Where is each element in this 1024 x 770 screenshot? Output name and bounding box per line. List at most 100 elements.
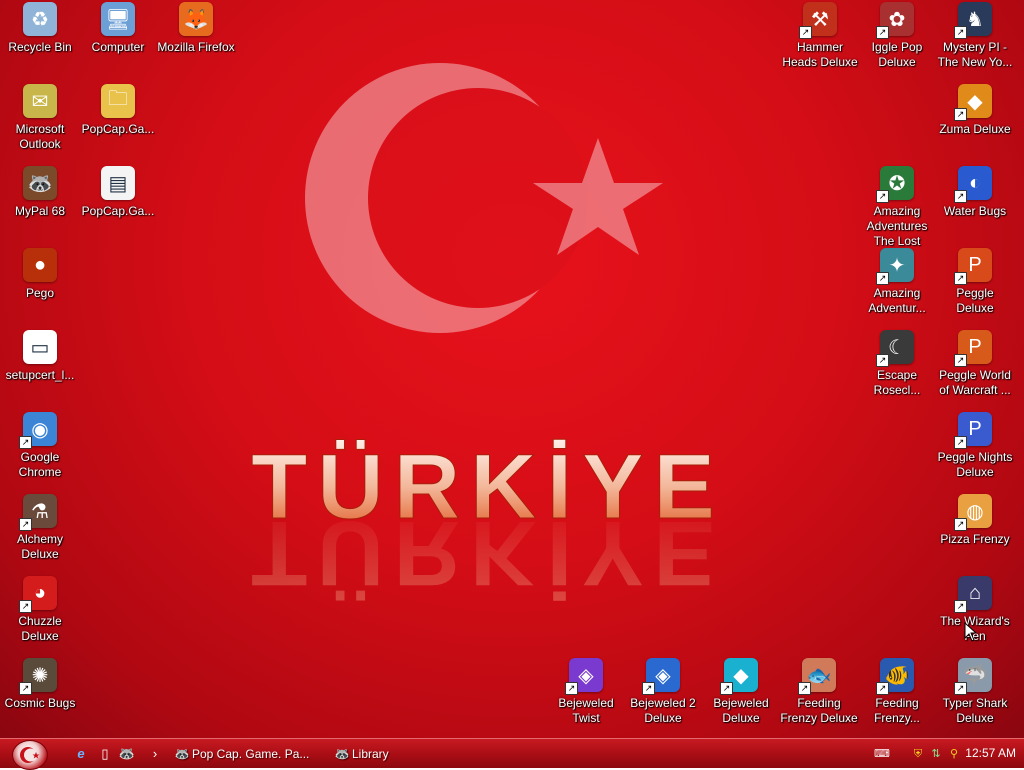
- desktop-icon-label: Alchemy Deluxe: [16, 532, 63, 561]
- popcap-task-icon: 🦝: [174, 747, 190, 761]
- desktop-icon-bejeweled-2[interactable]: ◈ ↗ Bejeweled 2 Deluxe: [624, 658, 702, 726]
- desktop-icon-popcap-folder[interactable]: 🗀 PopCap.Ga...: [79, 84, 157, 137]
- desktop-icon-feeding-frenzy[interactable]: 🐟 ↗ Feeding Frenzy Deluxe: [780, 658, 858, 726]
- desktop-icon-bejeweled-twist[interactable]: ◈ ↗ Bejeweled Twist: [547, 658, 625, 726]
- mystery-pi-icon: ♞ ↗: [954, 2, 992, 39]
- desktop-icon-typer-shark[interactable]: 🦈 ↗ Typer Shark Deluxe: [936, 658, 1014, 726]
- desktop-icon-zuma[interactable]: ◆ ↗ Zuma Deluxe: [936, 84, 1014, 137]
- shortcut-arrow-icon: ↗: [876, 682, 889, 695]
- shortcut-arrow-icon: ↗: [876, 272, 889, 285]
- taskbar-button-popcap-task[interactable]: 🦝 Pop Cap. Game. Pa...: [172, 743, 310, 765]
- desktop-icon-label: Microsoft Outlook: [15, 122, 65, 151]
- crescent-star-icon: [20, 747, 40, 763]
- desktop-icon-alchemy[interactable]: ⚗ ↗ Alchemy Deluxe: [1, 494, 79, 562]
- peggle-icon: P ↗: [954, 248, 992, 285]
- desktop-icon-label: Pego: [25, 286, 55, 300]
- desktop[interactable]: TÜRKİYE TÜRKİYE ♻ Recycle Bin 🖥 Computer 🦊 Mo…: [0, 0, 1024, 738]
- shortcut-arrow-icon: ↗: [954, 682, 967, 695]
- document-icon: ▤: [101, 166, 135, 200]
- desktop-icon-microsoft-outlook[interactable]: ✉ Microsoft Outlook: [1, 84, 79, 152]
- desktop-icon-amazing-adventures-2[interactable]: ✦ ↗ Amazing Adventur...: [858, 248, 936, 316]
- library-task-icon: 🦝: [334, 747, 350, 761]
- desktop-icon-label: Bejeweled Twist: [558, 696, 614, 725]
- desktop-icon-feeding-frenzy-2[interactable]: 🐠 ↗ Feeding Frenzy...: [858, 658, 936, 726]
- shortcut-arrow-icon: ↗: [954, 436, 967, 449]
- desktop-icon-label: setupcert_l...: [5, 368, 75, 382]
- taskbar-button-library-task[interactable]: 🦝 Library: [332, 743, 389, 765]
- iggle-pop-icon: ✿ ↗: [876, 2, 914, 39]
- taskbar-button-label: Pop Cap. Game. Pa...: [192, 747, 310, 761]
- desktop-icon-label: Bejeweled 2 Deluxe: [630, 696, 696, 725]
- desktop-icon-hammer-heads[interactable]: ⚒ ↗ Hammer Heads Deluxe: [781, 2, 859, 70]
- desktop-icon-mypal[interactable]: 🦝 MyPal 68: [1, 166, 79, 219]
- desktop-icon-iggle-pop[interactable]: ✿ ↗ Iggle Pop Deluxe: [858, 2, 936, 70]
- desktop-icon-label: Feeding Frenzy...: [874, 696, 920, 725]
- desktop-icon-chuzzle[interactable]: ◕ ↗ Chuzzle Deluxe: [1, 576, 79, 644]
- desktop-icon-peggle-nights[interactable]: P ↗ Peggle Nights Deluxe: [936, 412, 1014, 480]
- show-desktop-icon[interactable]: ▯: [96, 745, 114, 763]
- desktop-icon-peggle[interactable]: P ↗ Peggle Deluxe: [936, 248, 1014, 316]
- bejeweled-icon: ◆ ↗: [720, 658, 758, 695]
- desktop-icon-label: Typer Shark Deluxe: [942, 696, 1008, 725]
- keyboard-icon[interactable]: ⌨: [874, 746, 890, 762]
- shield-icon[interactable]: ⛨: [910, 746, 926, 762]
- start-button[interactable]: [12, 740, 48, 770]
- wizards-pen-icon: ⌂ ↗: [954, 576, 992, 613]
- desktop-icon-label: Bejeweled Deluxe: [713, 696, 769, 725]
- chuzzle-icon: ◕ ↗: [19, 576, 57, 613]
- desktop-icon-google-chrome[interactable]: ◉ ↗ Google Chrome: [1, 412, 79, 480]
- desktop-icon-label: Mystery PI - The New Yo...: [937, 40, 1013, 69]
- mypal-quicklaunch-icon[interactable]: 🦝: [118, 745, 136, 763]
- folder-zip-icon: 🗀: [101, 84, 135, 118]
- desktop-icon-cosmic-bugs[interactable]: ✺ ↗ Cosmic Bugs: [1, 658, 79, 711]
- desktop-icon-label: Iggle Pop Deluxe: [871, 40, 923, 69]
- desktop-icon-popcap-file[interactable]: ▤ PopCap.Ga...: [79, 166, 157, 219]
- internet-explorer-icon[interactable]: e: [72, 745, 90, 763]
- shortcut-arrow-icon: ↗: [876, 26, 889, 39]
- window-app-icon: ▭: [23, 330, 57, 364]
- taskbar-button-label: Library: [352, 747, 389, 761]
- desktop-icon-label: Escape Rosecl...: [873, 368, 921, 397]
- shortcut-arrow-icon: ↗: [954, 26, 967, 39]
- desktop-icon-recycle-bin[interactable]: ♻ Recycle Bin: [1, 2, 79, 55]
- shortcut-arrow-icon: ↗: [799, 26, 812, 39]
- desktop-icon-mystery-pi[interactable]: ♞ ↗ Mystery PI - The New Yo...: [936, 2, 1014, 70]
- firefox-icon: 🦊: [179, 2, 213, 36]
- mouse-cursor-icon: [964, 622, 978, 642]
- shortcut-arrow-icon: ↗: [954, 354, 967, 367]
- chevron-right-icon[interactable]: ›: [146, 745, 164, 763]
- cosmic-bugs-icon: ✺ ↗: [19, 658, 57, 695]
- outlook-icon: ✉: [23, 84, 57, 118]
- desktop-icon-setupcert[interactable]: ▭ setupcert_l...: [1, 330, 79, 383]
- amazing-adventures-2-icon: ✦ ↗: [876, 248, 914, 285]
- desktop-icon-label: Water Bugs: [943, 204, 1007, 218]
- shortcut-arrow-icon: ↗: [19, 436, 32, 449]
- desktop-icon-bejeweled[interactable]: ◆ ↗ Bejeweled Deluxe: [702, 658, 780, 726]
- system-tray: ⌨ ⛨ ⇅ ⚲ 12:57 AM: [874, 739, 1024, 768]
- network-icon[interactable]: ⇅: [928, 746, 944, 762]
- desktop-icon-pego[interactable]: ● Pego: [1, 248, 79, 301]
- desktop-icon-mozilla-firefox[interactable]: 🦊 Mozilla Firefox: [157, 2, 235, 55]
- desktop-icon-escape-rosecliff[interactable]: ☾ ↗ Escape Rosecl...: [858, 330, 936, 398]
- search-icon[interactable]: ⚲: [946, 746, 962, 762]
- desktop-icon-label: PopCap.Ga...: [81, 122, 155, 136]
- pego-icon: ●: [23, 248, 57, 282]
- shortcut-arrow-icon: ↗: [954, 108, 967, 121]
- desktop-icon-label: Computer: [91, 40, 145, 54]
- shortcut-arrow-icon: ↗: [954, 272, 967, 285]
- desktop-icon-pizza-frenzy[interactable]: ◍ ↗ Pizza Frenzy: [936, 494, 1014, 547]
- recycle-bin-icon: ♻: [23, 2, 57, 36]
- shortcut-arrow-icon: ↗: [798, 682, 811, 695]
- desktop-icon-peggle-wow[interactable]: P ↗ Peggle World of Warcraft ...: [936, 330, 1014, 398]
- chrome-icon: ◉ ↗: [19, 412, 57, 449]
- computer-icon: 🖥: [101, 2, 135, 36]
- water-bugs-icon: ◐ ↗: [954, 166, 992, 203]
- desktop-icon-label: Amazing Adventur...: [868, 286, 926, 315]
- desktop-icon-label: PopCap.Ga...: [81, 204, 155, 218]
- typer-shark-icon: 🦈 ↗: [954, 658, 992, 695]
- desktop-icon-label: Chuzzle Deluxe: [18, 614, 62, 643]
- desktop-icon-label: Hammer Heads Deluxe: [782, 40, 858, 69]
- clock[interactable]: 12:57 AM: [965, 746, 1016, 760]
- desktop-icon-water-bugs[interactable]: ◐ ↗ Water Bugs: [936, 166, 1014, 219]
- desktop-icon-computer[interactable]: 🖥 Computer: [79, 2, 157, 55]
